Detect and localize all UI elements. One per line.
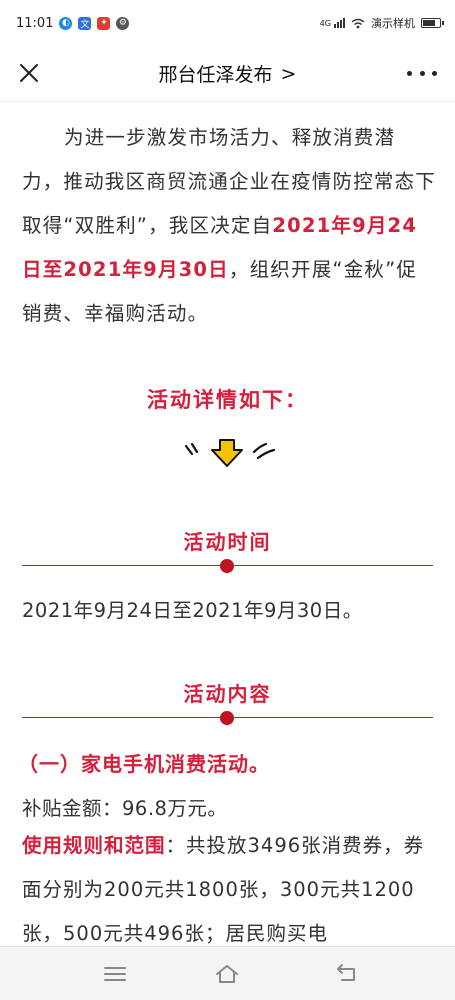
subsidy-amount-text: 补贴金额：96.8万元。	[22, 797, 228, 820]
battery-icon	[421, 18, 444, 28]
home-icon[interactable]	[214, 961, 240, 987]
section-content-heading: 活动内容	[183, 682, 272, 706]
rules-label: 使用规则和范围	[22, 834, 166, 857]
section-content-divider	[22, 711, 433, 725]
wifi-icon	[351, 18, 365, 28]
menu-icon[interactable]	[102, 961, 128, 987]
rules-paragraph: 使用规则和范围：共投放3496张消费券，券面分别为200元共1800张，300元…	[22, 824, 436, 946]
top-nav-bar: 邢台任泽发布 >	[0, 46, 455, 102]
section-time-heading: 活动时间	[183, 530, 272, 554]
system-nav-bar	[0, 946, 455, 1000]
account-name[interactable]: 邢台任泽发布	[159, 60, 273, 87]
browser-app-icon: ◐	[59, 16, 73, 30]
status-right: 4G 演示样机	[320, 15, 444, 31]
settings-app-icon: ⚙	[116, 16, 130, 30]
section-time-divider	[22, 559, 433, 573]
battery-level	[423, 20, 435, 26]
status-bar: 11:01 ◐ 文 ✦ ⚙ 4G 演示样机	[0, 0, 455, 46]
carrier-name: 演示样机	[371, 17, 415, 30]
status-time: 11:01	[16, 15, 54, 31]
signal-icon: 4G	[320, 18, 345, 28]
close-icon[interactable]	[16, 60, 42, 86]
intro-paragraph: 为进一步激发市场活力、释放消费潜力，推动我区商贸流通企业在疫情防控常态下取得“双…	[22, 116, 436, 336]
subsection-heading-appliances: （一）家电手机消费活动。	[18, 752, 270, 776]
activity-time-text: 2021年9月24日至2021年9月30日。	[22, 599, 363, 622]
status-left: 11:01 ◐ 文 ✦ ⚙	[16, 15, 130, 31]
map-app-icon: ✦	[97, 16, 111, 30]
translate-app-icon: 文	[78, 16, 92, 30]
network-type: 4G	[319, 19, 331, 28]
more-icon[interactable]	[407, 60, 437, 86]
article-content: 为进一步激发市场活力、释放消费潜力，推动我区商贸流通企业在疫情防控常态下取得“双…	[0, 102, 455, 946]
chevron-right-icon[interactable]: >	[281, 63, 297, 85]
back-icon[interactable]	[334, 961, 360, 987]
account-title[interactable]: 邢台任泽发布 >	[159, 60, 297, 87]
details-heading: 活动详情如下：	[147, 388, 308, 412]
down-arrow-decoration-icon	[184, 439, 276, 467]
